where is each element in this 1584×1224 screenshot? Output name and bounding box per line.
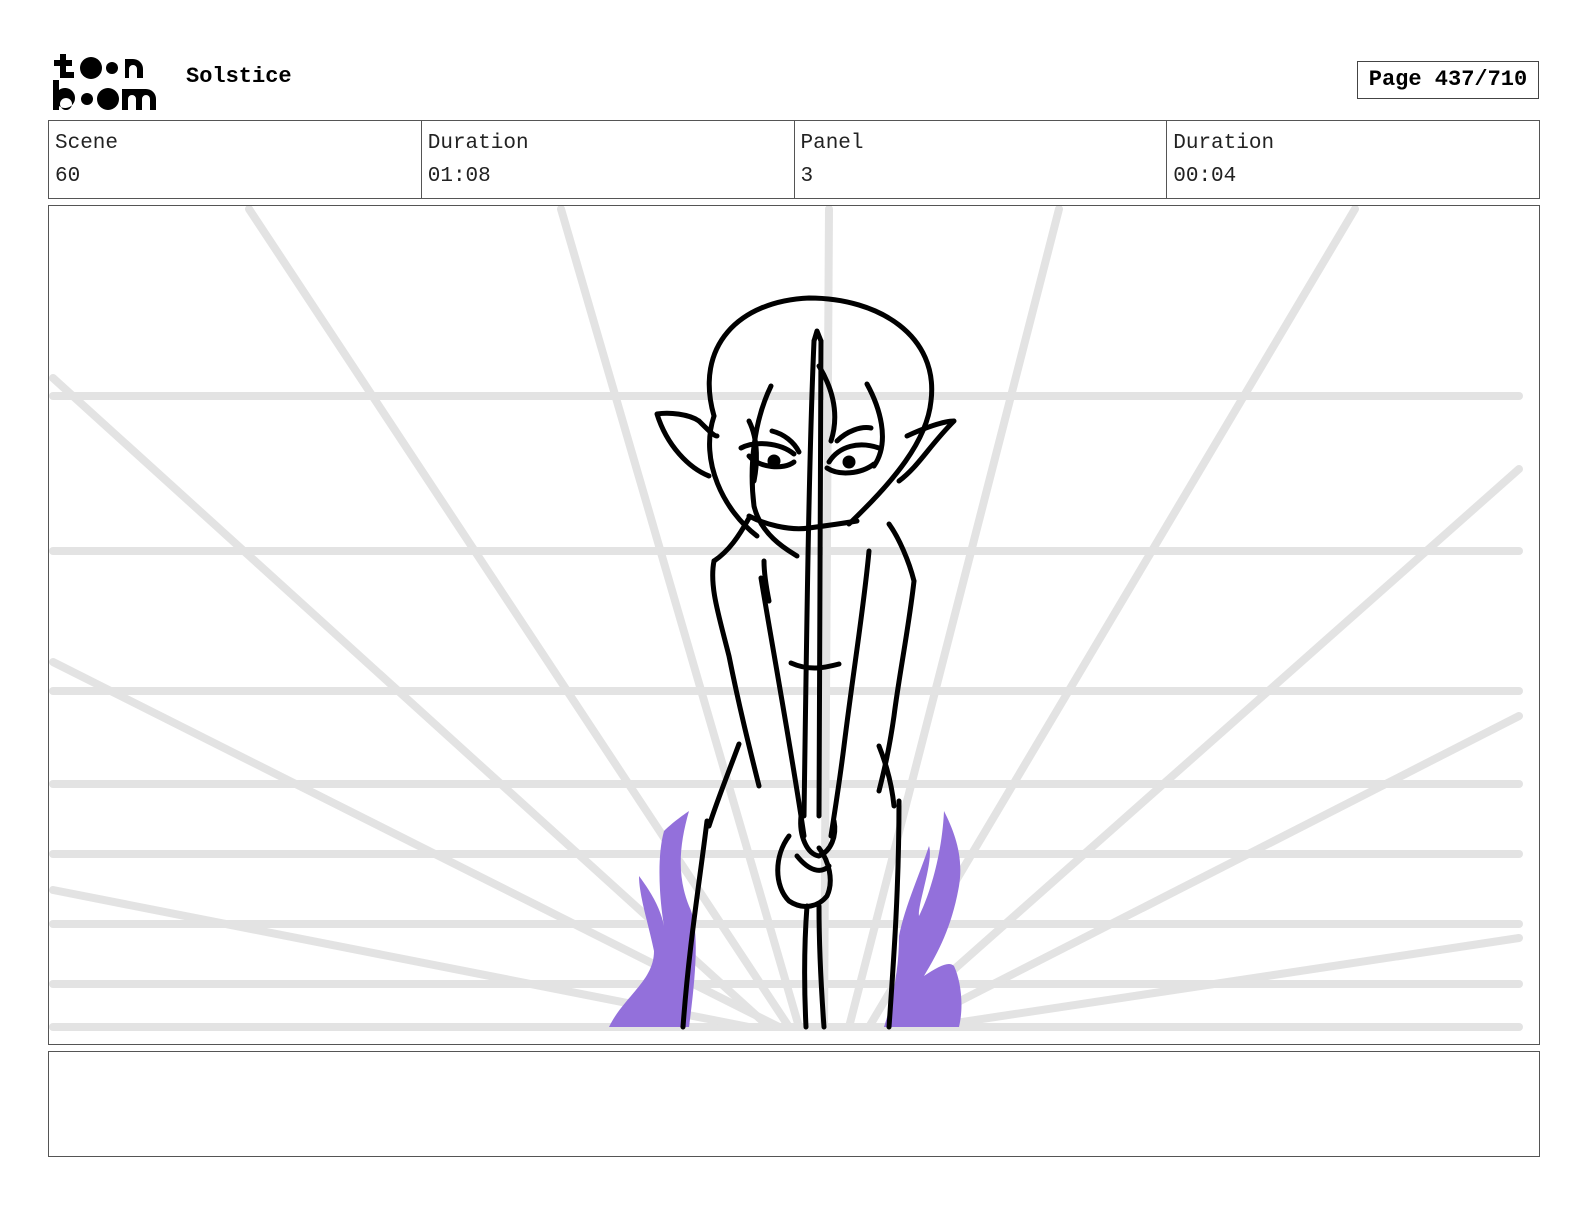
scene-label: Scene	[55, 132, 119, 155]
storyboard-panel-image	[48, 205, 1540, 1045]
scene-duration-cell: Duration 01:08	[422, 121, 795, 198]
panel-caption-text	[49, 1052, 1539, 1068]
panel-caption-box	[48, 1051, 1540, 1157]
perspective-guide-lines	[49, 206, 1523, 1031]
panel-duration-label: Duration	[1173, 132, 1275, 155]
panel-duration-cell: Duration 00:04	[1167, 121, 1539, 198]
scene-cell: Scene 60	[49, 121, 422, 198]
scene-duration-value: 01:08	[427, 165, 491, 188]
scene-duration-label: Duration	[427, 132, 529, 155]
page-indicator: Page 437/710	[1357, 61, 1539, 99]
panel-value: 3	[800, 165, 814, 188]
toon-boom-logo	[50, 50, 165, 112]
panel-duration-value: 00:04	[1173, 165, 1237, 188]
scene-value: 60	[55, 165, 81, 188]
panel-label: Panel	[800, 132, 864, 155]
project-title: Solstice	[186, 64, 292, 89]
panel-cell: Panel 3	[795, 121, 1168, 198]
panel-info-bar: Scene 60 Duration 01:08 Panel 3 Duration…	[48, 120, 1540, 199]
